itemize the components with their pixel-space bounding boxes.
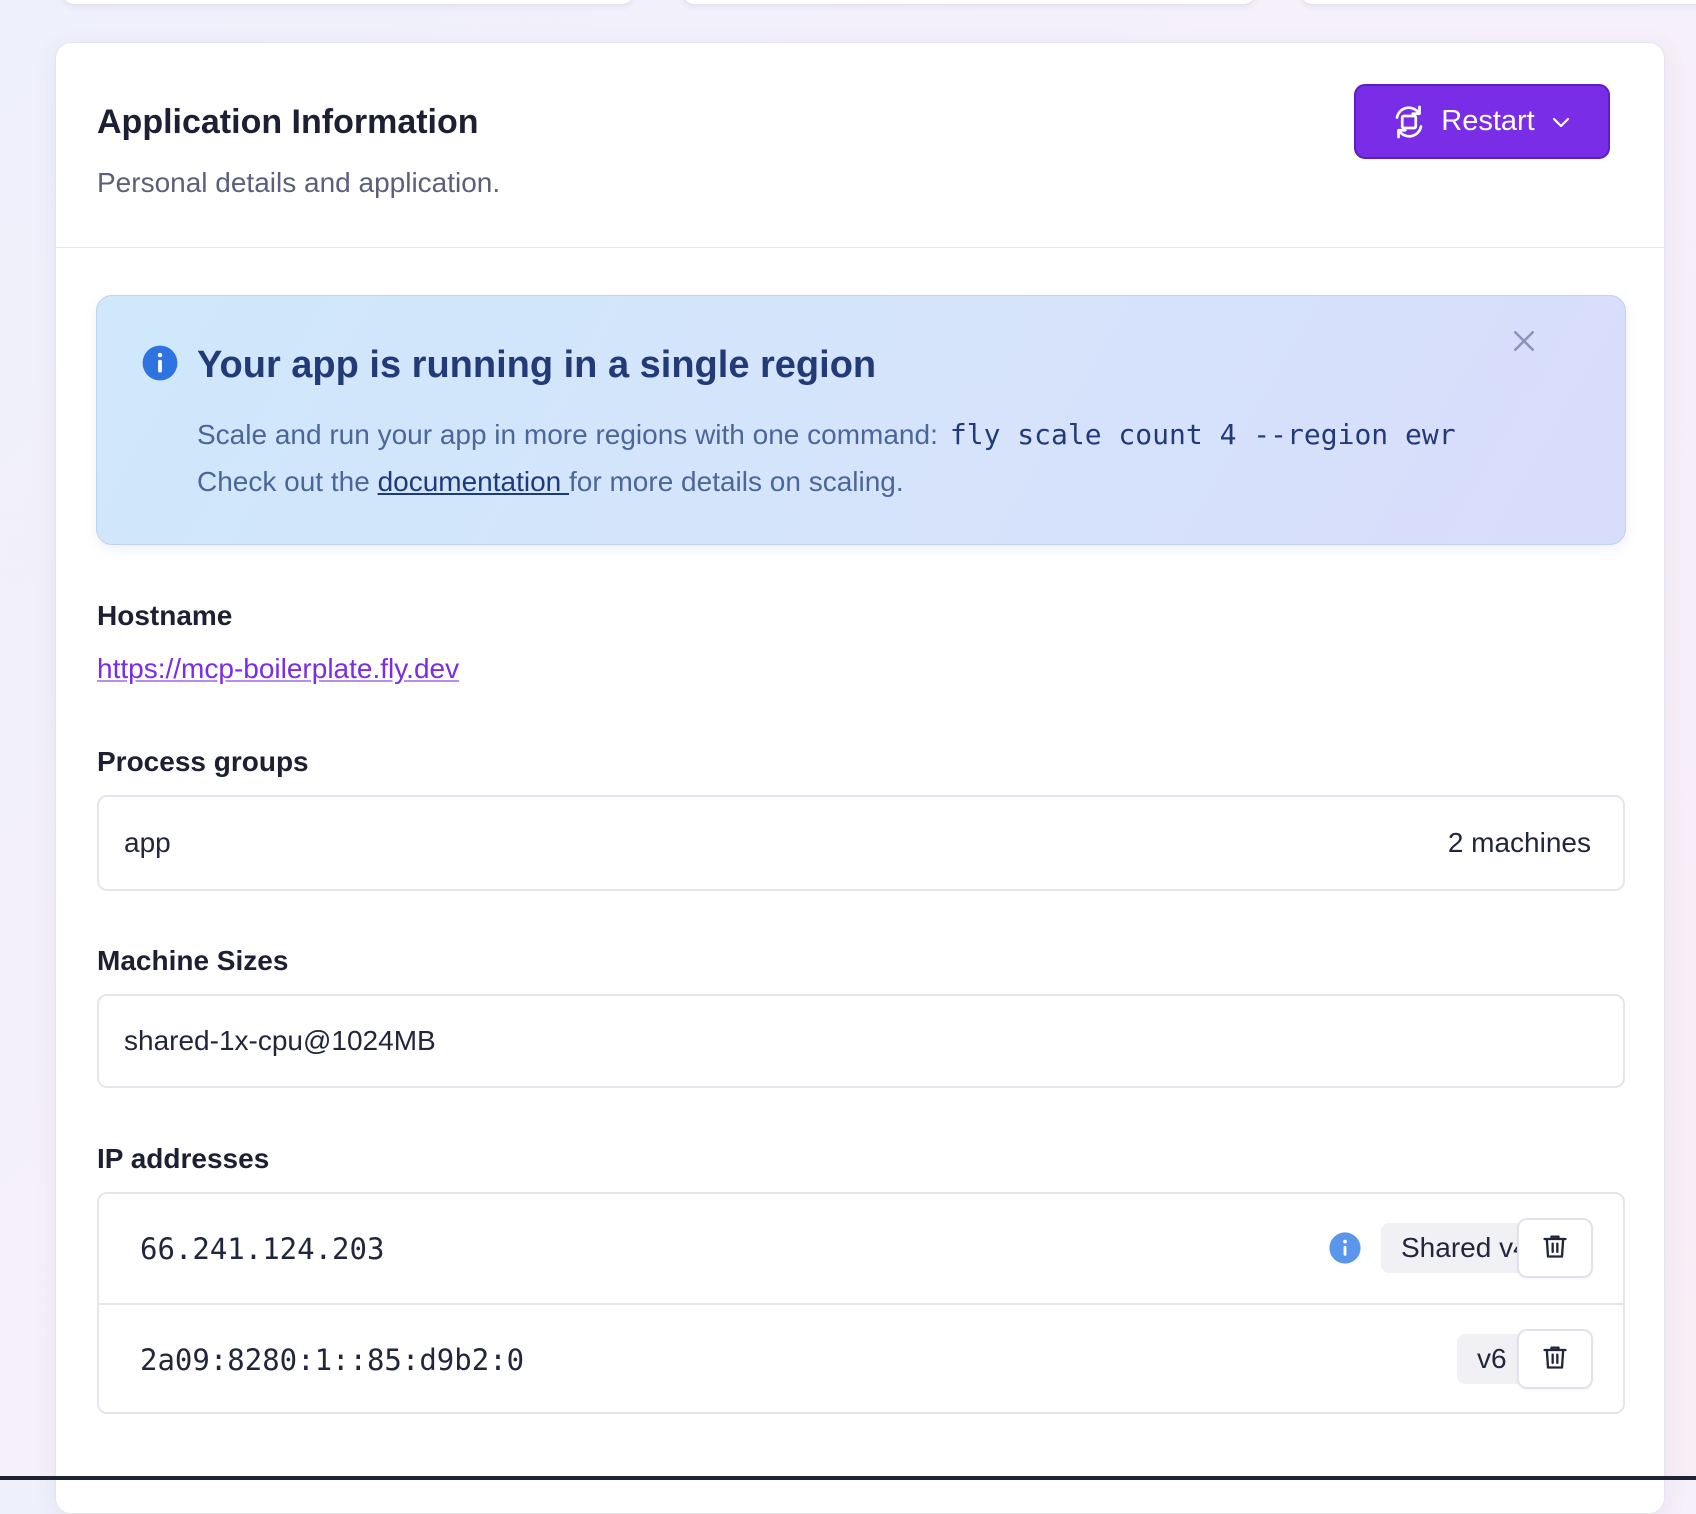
hostname-label: Hostname [97, 600, 233, 631]
ip-address: 66.241.124.203 [140, 1231, 385, 1266]
trash-icon [1541, 1232, 1569, 1265]
alert-docs-line: Check out the documentation for more det… [197, 466, 904, 498]
process-group-name: app [124, 827, 171, 858]
hostname-link[interactable]: https://mcp-boilerplate.fly.dev [97, 653, 459, 685]
ip-address-list: 66.241.124.203 Shared v4 2a09:8280:1::85… [97, 1192, 1625, 1414]
chevron-down-icon [1549, 110, 1573, 134]
ip-row-v4: 66.241.124.203 Shared v4 [99, 1194, 1623, 1303]
process-group-row: app 2 machines [97, 795, 1625, 891]
card-header: Application Information Personal details… [56, 43, 1664, 248]
alert-title: Your app is running in a single region [197, 344, 877, 386]
machine-size-row: shared-1x-cpu@1024MB [97, 994, 1625, 1088]
top-card-2 [682, 0, 1256, 5]
info-icon [141, 344, 179, 382]
trash-icon [1541, 1343, 1569, 1376]
ip-addresses-label: IP addresses [97, 1143, 270, 1174]
page-title: Application Information [97, 103, 479, 141]
single-region-alert: Your app is running in a single region S… [96, 295, 1626, 545]
bottom-border [0, 1476, 1696, 1480]
application-information-card: Application Information Personal details… [55, 42, 1665, 1514]
top-card-3 [1300, 0, 1696, 5]
delete-ip-button[interactable] [1517, 1218, 1593, 1278]
restart-button[interactable]: Restart [1354, 84, 1610, 159]
machine-size-value: shared-1x-cpu@1024MB [124, 1025, 436, 1056]
refresh-icon [1391, 104, 1427, 140]
top-card-1 [62, 0, 634, 5]
process-groups-label: Process groups [97, 746, 309, 777]
alert-docs-prefix: Check out the [197, 466, 370, 497]
alert-docs-suffix: for more details on scaling. [569, 466, 904, 497]
ip-address: 2a09:8280:1::85:d9b2:0 [140, 1342, 525, 1377]
scale-command: fly scale count 4 --region ewr [949, 418, 1456, 451]
alert-message: Scale and run your app in more regions w… [197, 418, 1456, 451]
process-group-machine-count: 2 machines [1447, 827, 1591, 858]
close-icon[interactable] [1509, 326, 1539, 356]
ip-row-v6: 2a09:8280:1::85:d9b2:0 v6 [99, 1303, 1623, 1414]
documentation-link[interactable]: documentation [378, 466, 569, 497]
restart-label: Restart [1441, 105, 1535, 137]
machine-sizes-label: Machine Sizes [97, 945, 289, 976]
delete-ip-button[interactable] [1517, 1329, 1593, 1389]
page-subtitle: Personal details and application. [97, 167, 501, 198]
alert-message-text: Scale and run your app in more regions w… [197, 419, 938, 450]
info-icon[interactable] [1328, 1231, 1362, 1265]
